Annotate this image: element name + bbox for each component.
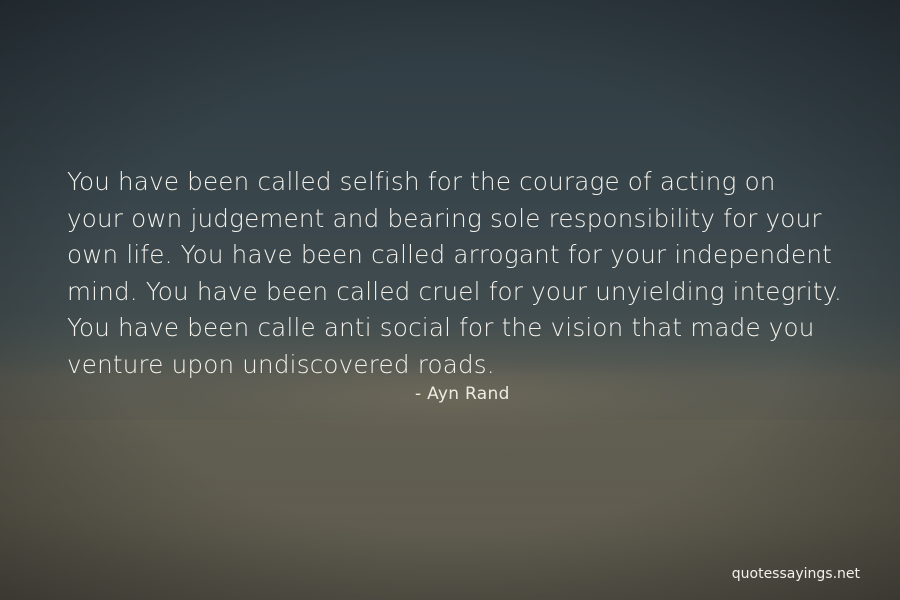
quote-line: venture upon undiscovered roads. <box>67 349 495 379</box>
quote-line: You have been called selfish for the cou… <box>67 167 776 196</box>
quote-line: your own judgement and bearing sole resp… <box>67 203 822 233</box>
quote-author: - Ayn Rand <box>415 384 510 404</box>
quote-line: You have been calle anti social for the … <box>67 313 815 342</box>
quote-line: mind. You have been called cruel for you… <box>67 276 842 306</box>
quote-text: You have been called selfish for the cou… <box>67 164 847 383</box>
site-watermark: quotessayings.net <box>731 566 860 582</box>
quote-line: own life. You have been called arrogant … <box>67 240 833 269</box>
